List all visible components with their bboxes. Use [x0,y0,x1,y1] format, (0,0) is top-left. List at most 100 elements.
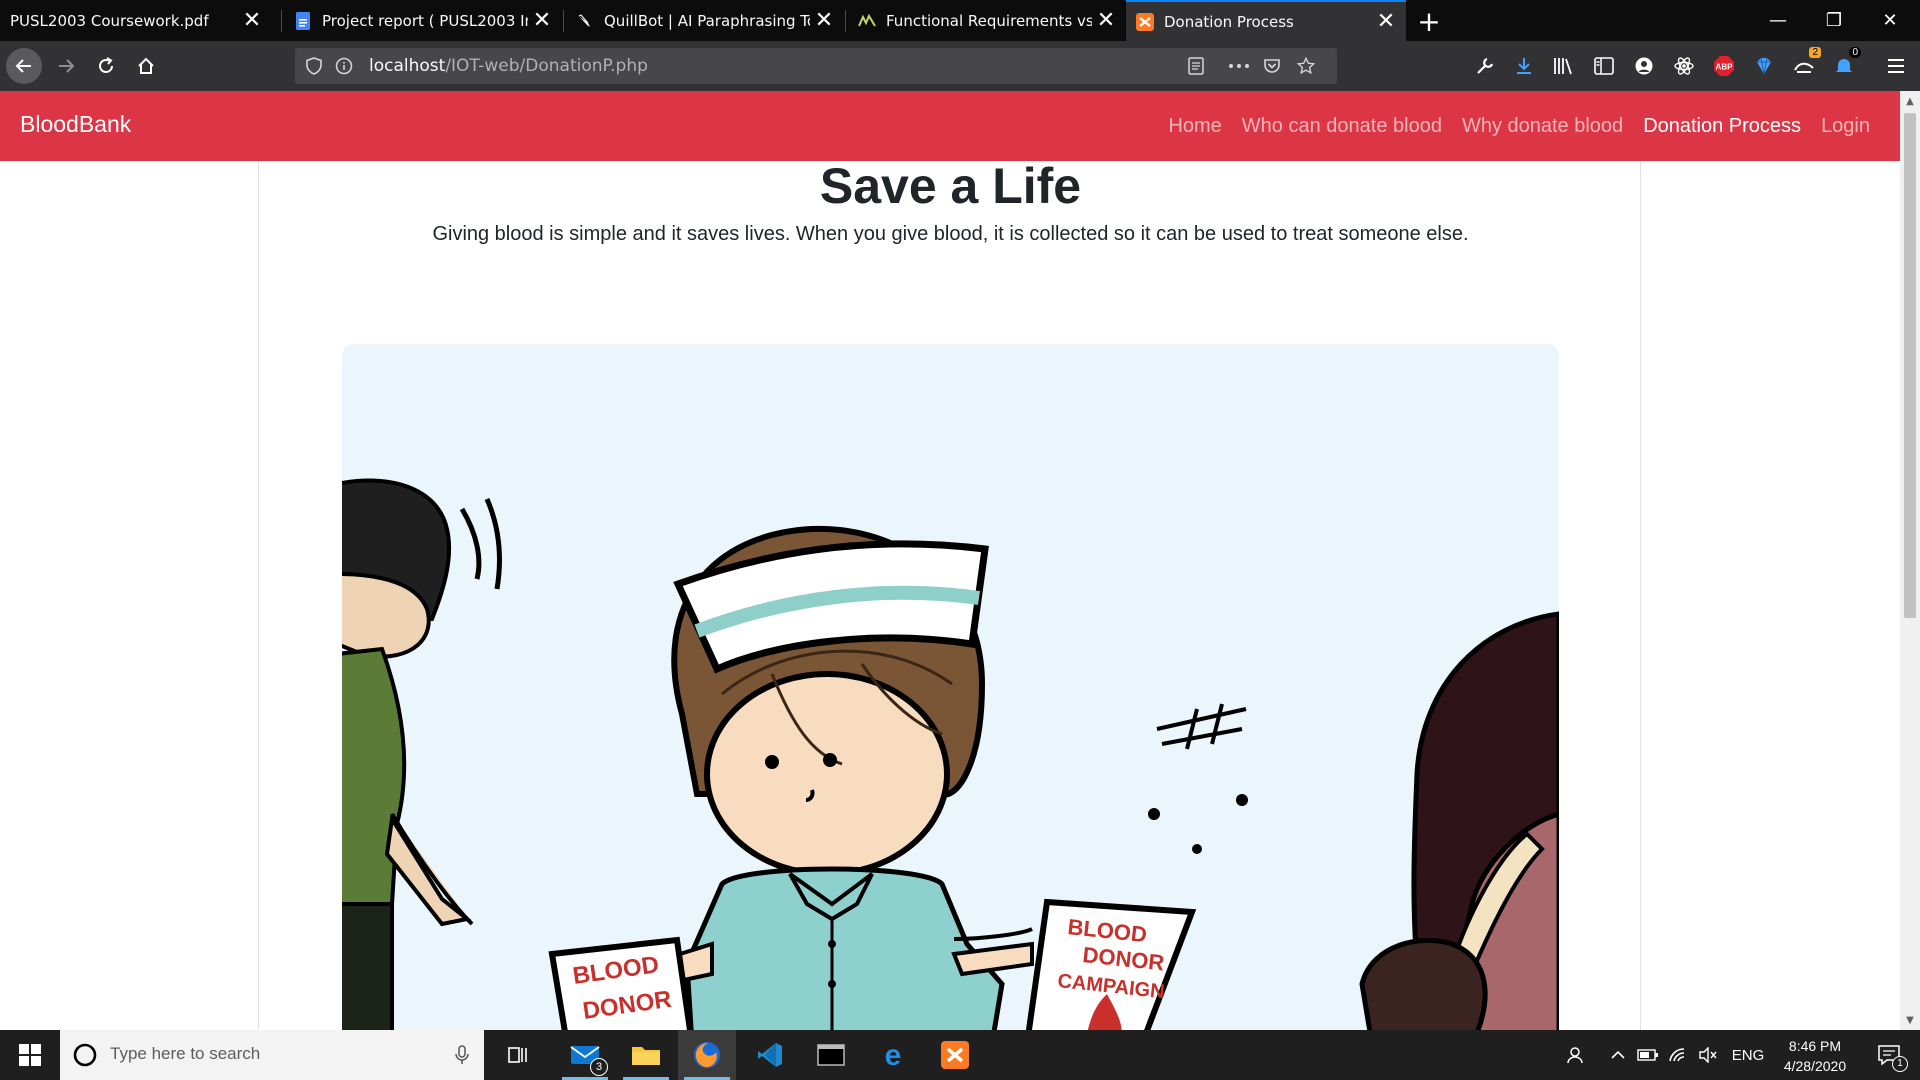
browser-toolbar: localhost/IOT-web/DonationP.php ABP 2 0 [0,41,1920,91]
edge-icon: e [885,1041,902,1069]
nav-link-why-donate[interactable]: Why donate blood [1462,115,1623,138]
tab-title: Donation Process [1164,12,1294,31]
tab-title: Project report ( PUSL2003 Integ [322,11,528,30]
svg-text:e: e [885,1041,902,1069]
windows-taskbar: Type here to search 3 e ENG 8:46 PM 4/28… [0,1030,1920,1080]
taskbar-search-box[interactable]: Type here to search [60,1030,484,1080]
shield-icon[interactable] [305,57,323,75]
close-tab-icon[interactable]: ✕ [1092,7,1120,35]
downloads-icon[interactable] [1511,53,1537,79]
forward-button[interactable] [48,48,84,84]
microphone-icon[interactable] [455,1045,469,1065]
scroll-up-arrow-icon[interactable]: ▲ [1900,91,1920,111]
sidebar-icon[interactable] [1591,53,1617,79]
taskbar-clock[interactable]: 8:46 PM 4/28/2020 [1770,1036,1860,1076]
pocket-icon[interactable] [1263,57,1281,75]
library-icon[interactable] [1551,53,1577,79]
mail-badge: 3 [590,1058,608,1076]
nav-link-donation-process[interactable]: Donation Process [1643,115,1801,138]
gem-extension-icon[interactable] [1751,53,1777,79]
page-viewport: BloodBank Home Who can donate blood Why … [0,91,1900,1030]
xampp-button[interactable] [926,1030,984,1080]
react-devtools-icon[interactable] [1671,53,1697,79]
close-tab-icon[interactable]: ✕ [810,7,838,35]
battery-icon[interactable] [1633,1030,1663,1080]
tab-functional-requirements[interactable]: Functional Requirements vs No ✕ [848,0,1126,41]
volume-muted-icon[interactable] [1693,1030,1723,1080]
scroll-down-arrow-icon[interactable]: ▼ [1900,1010,1920,1030]
tab-strip: PUSL2003 Coursework.pdf ✕ Project report… [0,0,1920,41]
language-indicator[interactable]: ENG [1728,1030,1768,1080]
people-icon[interactable] [1558,1030,1594,1080]
site-navbar: BloodBank Home Who can donate blood Why … [0,91,1900,161]
minimize-button[interactable]: — [1750,0,1806,41]
restore-button[interactable]: ❐ [1806,0,1862,41]
new-tab-button[interactable]: + [1411,3,1447,39]
sweat-drop [1192,844,1202,854]
scroll-thumb[interactable] [1904,113,1916,618]
notification-count: 1 [1892,1056,1908,1072]
nav-link-who-can-donate[interactable]: Who can donate blood [1242,115,1442,138]
terminal-button[interactable] [802,1030,860,1080]
clock-time: 8:46 PM [1788,1038,1842,1054]
notifier-extension-icon[interactable]: 0 [1831,47,1861,79]
tab-donation-process[interactable]: Donation Process ✕ [1126,0,1406,41]
start-button[interactable] [0,1030,60,1080]
info-icon[interactable] [335,57,353,75]
vscode-button[interactable] [741,1030,799,1080]
bookmark-star-icon[interactable] [1297,56,1315,75]
adblock-plus-icon[interactable]: ABP [1711,53,1737,79]
file-explorer-button[interactable] [617,1030,675,1080]
cortana-icon [73,1043,97,1067]
back-button[interactable] [6,48,42,84]
windows-logo-icon [19,1044,41,1066]
xampp-taskbar-icon [941,1041,969,1069]
page-actions-icon[interactable] [1227,57,1251,75]
home-button[interactable] [128,48,164,84]
extension-badge-count: 2 [1809,47,1821,58]
close-tab-icon[interactable]: ✕ [238,7,266,35]
sweat-drop [1148,808,1160,820]
page-title: Save a Life [819,158,1082,214]
close-window-button[interactable]: ✕ [1862,0,1918,41]
tab-coursework-pdf[interactable]: PUSL2003 Coursework.pdf ✕ [0,0,272,41]
reload-button[interactable] [88,48,124,84]
clock-date: 4/28/2020 [1783,1058,1847,1074]
wrench-icon[interactable] [1472,53,1498,79]
close-tab-icon[interactable]: ✕ [1372,8,1400,36]
extension-badge-icon[interactable]: 2 [1791,47,1821,79]
firefox-taskbar-button[interactable] [678,1030,736,1080]
account-icon[interactable] [1631,53,1657,79]
search-placeholder: Type here to search [110,1044,261,1063]
tab-title: Functional Requirements vs No [886,11,1092,30]
tab-separator [845,10,846,32]
menu-icon[interactable] [1883,53,1909,79]
wifi-icon[interactable] [1663,1030,1693,1080]
mail-app-button[interactable]: 3 [556,1030,614,1080]
tray-expand-icon[interactable] [1603,1030,1633,1080]
terminal-icon [817,1044,845,1066]
left-blood-donor-sign: BLOOD DONOR [548,936,694,1030]
tab-title: QuillBot | AI Paraphrasing Tool [604,11,810,30]
site-brand[interactable]: BloodBank [20,111,131,138]
reader-view-icon[interactable] [1187,57,1205,75]
tab-project-report[interactable]: Project report ( PUSL2003 Integ ✕ [284,0,562,41]
site-icon [858,12,876,30]
tab-quillbot[interactable]: QuillBot | AI Paraphrasing Tool ✕ [566,0,844,41]
close-tab-icon[interactable]: ✕ [528,7,556,35]
quillbot-icon [576,12,594,30]
nurse-illustration: BLOOD DONOR BLOOD DONOR CAMPAIGN [342,344,1559,1030]
address-bar[interactable]: localhost/IOT-web/DonationP.php [295,48,1337,84]
url-path: /IOT-web/DonationP.php [445,56,648,76]
action-center-icon[interactable]: 1 [1866,1030,1912,1080]
task-view-button[interactable] [490,1030,548,1080]
nav-link-home[interactable]: Home [1168,115,1221,138]
sweat-drop [1236,794,1248,806]
site-menu: Home Who can donate blood Why donate blo… [1148,91,1870,161]
edge-button[interactable]: e [864,1030,922,1080]
task-view-icon [508,1047,527,1063]
google-docs-icon [294,11,312,30]
page-scrollbar[interactable]: ▲ ▼ [1900,91,1920,1030]
nav-link-login[interactable]: Login [1821,115,1870,138]
forward-arrow-icon [59,59,75,73]
